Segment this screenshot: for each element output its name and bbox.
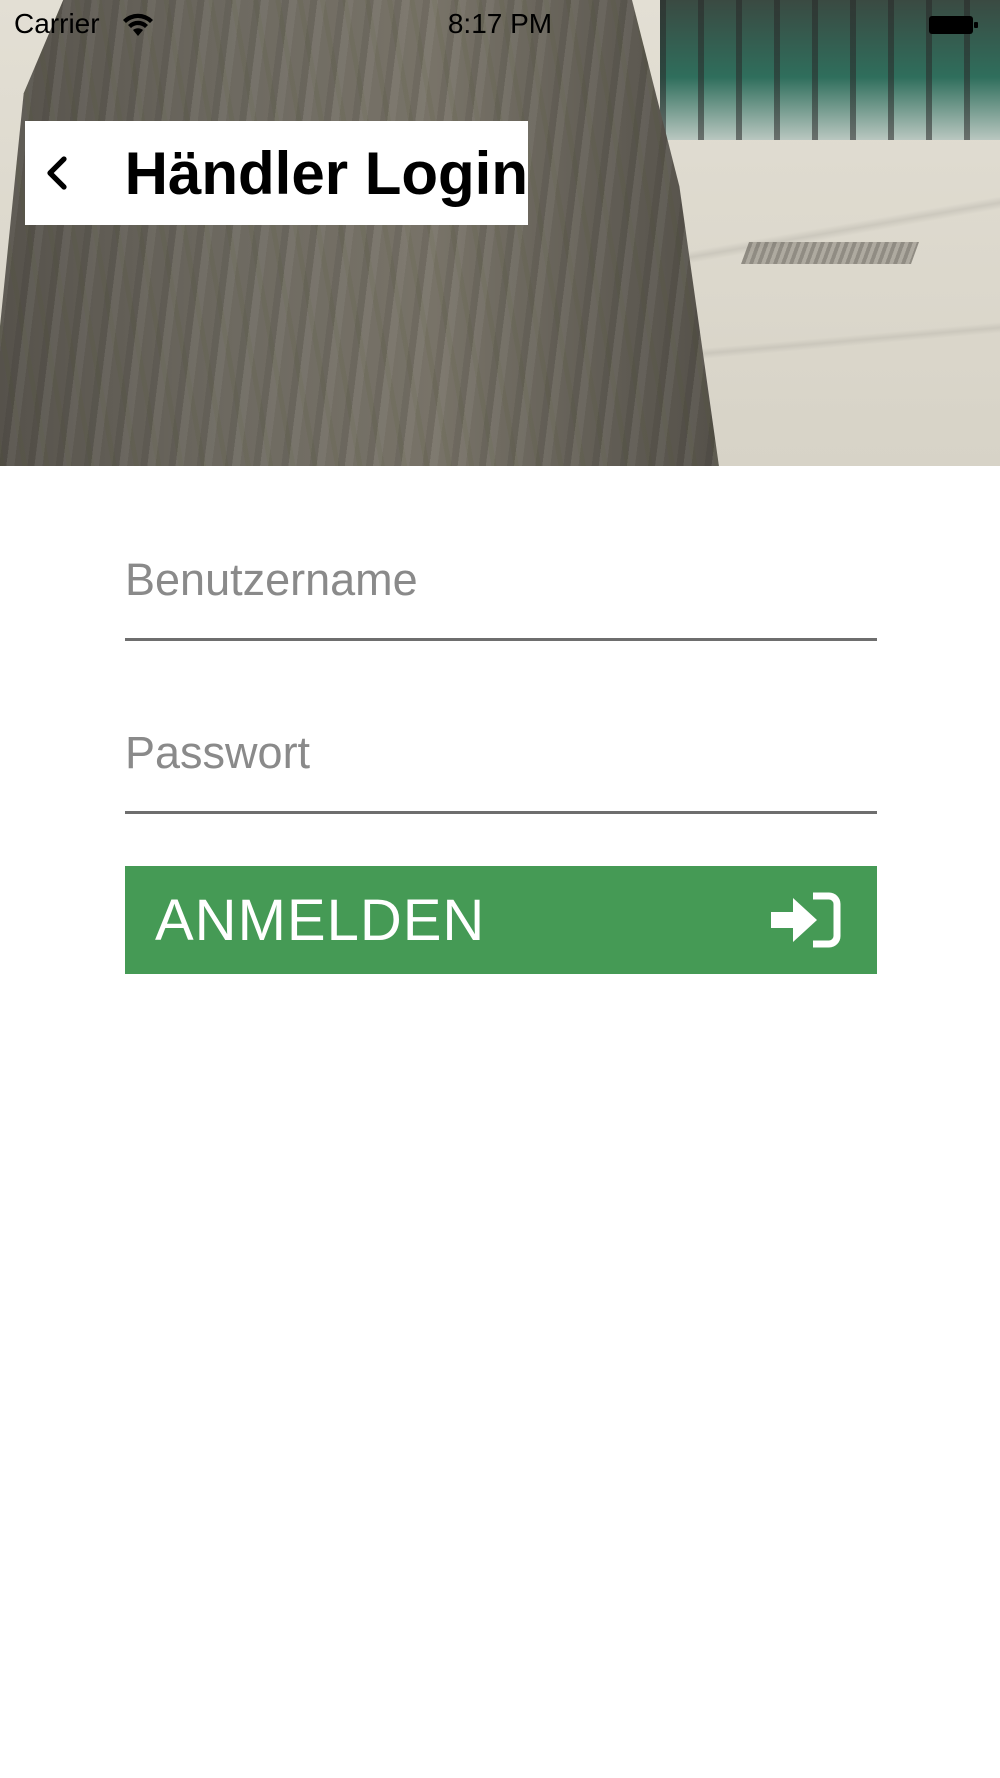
chevron-left-icon <box>47 156 67 190</box>
username-field-wrapper <box>125 540 877 641</box>
header-background-image <box>0 0 1000 466</box>
back-title-button[interactable]: Händler Login <box>25 121 528 225</box>
login-button-label: ANMELDEN <box>155 887 486 953</box>
login-form <box>125 540 877 814</box>
drain-grate <box>740 242 920 264</box>
status-bar: Carrier 8:17 PM <box>0 0 1000 50</box>
status-time: 8:17 PM <box>447 8 553 39</box>
page-title: Händler Login <box>124 139 528 207</box>
login-button[interactable]: ANMELDEN <box>125 866 877 974</box>
sign-in-icon <box>771 892 841 948</box>
password-input[interactable] <box>125 727 877 779</box>
password-field-wrapper <box>125 713 877 814</box>
battery-icon <box>929 16 978 34</box>
username-input[interactable] <box>125 554 877 606</box>
